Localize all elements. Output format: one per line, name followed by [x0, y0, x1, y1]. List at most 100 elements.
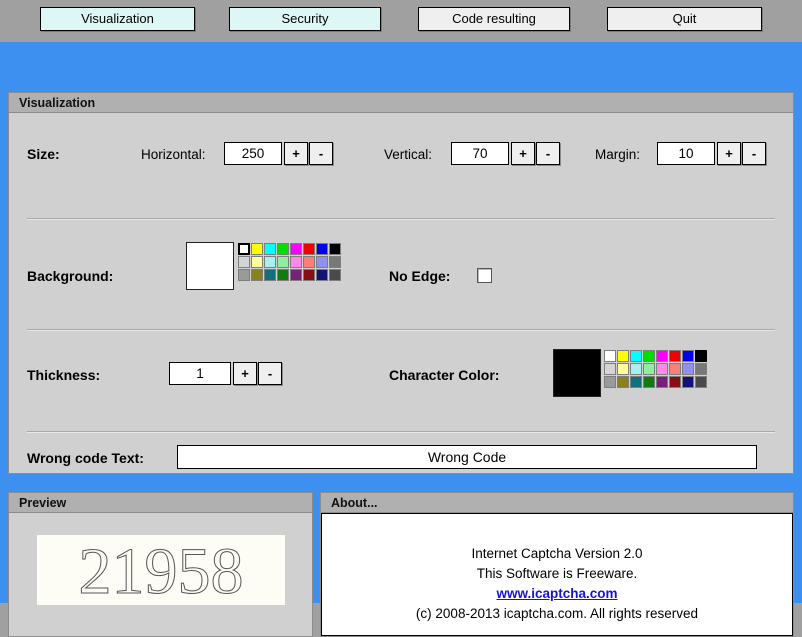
horizontal-label: Horizontal:: [141, 147, 206, 162]
main-frame: Visualization Size: Horizontal: 250 + - …: [0, 42, 802, 603]
character-color-swatch-15[interactable]: [695, 363, 707, 375]
character-color-swatch-1[interactable]: [617, 350, 629, 362]
background-color-swatch-19[interactable]: [277, 269, 289, 281]
background-color-swatch-22[interactable]: [316, 269, 328, 281]
thickness-increment-button[interactable]: +: [233, 362, 257, 385]
character-color-swatch-6[interactable]: [682, 350, 694, 362]
background-color-swatch-0[interactable]: [238, 243, 250, 255]
about-website-link[interactable]: www.icaptcha.com: [322, 584, 792, 604]
character-color-swatch-3[interactable]: [643, 350, 655, 362]
about-copyright-line: (c) 2008-2013 icaptcha.com. All rights r…: [322, 604, 792, 624]
background-color-swatch-12[interactable]: [290, 256, 302, 268]
character-color-swatch-13[interactable]: [669, 363, 681, 375]
tab-visualization[interactable]: Visualization: [40, 7, 195, 31]
character-color-swatch-14[interactable]: [682, 363, 694, 375]
character-color-swatch-7[interactable]: [695, 350, 707, 362]
background-color-swatch-20[interactable]: [290, 269, 302, 281]
character-color-swatch-20[interactable]: [656, 376, 668, 388]
margin-label: Margin:: [595, 147, 640, 162]
size-row: Size: Horizontal: 250 + - Vertical: 70 +…: [9, 113, 793, 198]
background-color-swatch-10[interactable]: [264, 256, 276, 268]
tab-code-resulting[interactable]: Code resulting: [418, 7, 570, 31]
horizontal-input[interactable]: 250: [224, 142, 282, 165]
background-color-palette[interactable]: [238, 243, 341, 281]
background-color-swatch-14[interactable]: [316, 256, 328, 268]
character-color-swatch-2[interactable]: [630, 350, 642, 362]
background-color-swatch-3[interactable]: [277, 243, 289, 255]
wrong-code-row: Wrong code Text: Wrong Code: [9, 441, 793, 481]
preview-panel: Preview 21958: [8, 492, 313, 637]
character-color-swatch-8[interactable]: [604, 363, 616, 375]
margin-input[interactable]: 10: [657, 142, 715, 165]
margin-increment-button[interactable]: +: [717, 142, 741, 165]
visualization-panel-caption: Visualization: [9, 93, 793, 113]
vertical-increment-button[interactable]: +: [511, 142, 535, 165]
background-color-swatch-21[interactable]: [303, 269, 315, 281]
about-version-line: Internet Captcha Version 2.0: [322, 544, 792, 564]
thickness-row: Thickness: 1 + - Character Color:: [9, 339, 793, 427]
vertical-label: Vertical:: [384, 147, 432, 162]
svg-text:21958: 21958: [79, 535, 244, 605]
margin-decrement-button[interactable]: -: [742, 142, 766, 165]
background-color-swatch-5[interactable]: [303, 243, 315, 255]
about-panel-caption: About...: [321, 493, 793, 513]
about-text-block: Internet Captcha Version 2.0 This Softwa…: [322, 514, 792, 624]
background-color-swatch-17[interactable]: [251, 269, 263, 281]
thickness-decrement-button[interactable]: -: [258, 362, 282, 385]
background-color-swatch-15[interactable]: [329, 256, 341, 268]
horizontal-decrement-button[interactable]: -: [309, 142, 333, 165]
character-color-swatch-22[interactable]: [682, 376, 694, 388]
no-edge-checkbox[interactable]: [477, 268, 492, 283]
separator-1: [27, 218, 775, 220]
character-color-swatch-4[interactable]: [656, 350, 668, 362]
background-color-swatch-2[interactable]: [264, 243, 276, 255]
about-freeware-line: This Software is Freeware.: [322, 564, 792, 584]
character-color-swatch-23[interactable]: [695, 376, 707, 388]
wrong-code-input[interactable]: Wrong Code: [177, 445, 757, 469]
separator-2: [27, 329, 775, 331]
size-label: Size:: [27, 146, 60, 162]
separator-3: [27, 431, 775, 433]
character-color-swatch-21[interactable]: [669, 376, 681, 388]
thickness-label: Thickness:: [27, 367, 100, 383]
preview-panel-caption: Preview: [9, 493, 312, 513]
character-color-swatch-17[interactable]: [617, 376, 629, 388]
background-color-swatch-11[interactable]: [277, 256, 289, 268]
background-color-swatch-23[interactable]: [329, 269, 341, 281]
character-color-swatch-9[interactable]: [617, 363, 629, 375]
character-color-swatch-5[interactable]: [669, 350, 681, 362]
horizontal-increment-button[interactable]: +: [284, 142, 308, 165]
no-edge-label: No Edge:: [389, 268, 450, 284]
quit-button[interactable]: Quit: [607, 7, 762, 31]
background-color-swatch-7[interactable]: [329, 243, 341, 255]
background-color-swatch-6[interactable]: [316, 243, 328, 255]
character-color-swatch-10[interactable]: [630, 363, 642, 375]
thickness-input[interactable]: 1: [169, 362, 231, 385]
character-color-palette[interactable]: [604, 350, 707, 388]
character-color-swatch[interactable]: [553, 349, 601, 397]
character-color-label: Character Color:: [389, 367, 499, 383]
background-color-swatch-16[interactable]: [238, 269, 250, 281]
visualization-panel: Visualization Size: Horizontal: 250 + - …: [8, 92, 794, 474]
background-color-swatch-8[interactable]: [238, 256, 250, 268]
character-color-swatch-11[interactable]: [643, 363, 655, 375]
background-row: Background: No Edge:: [9, 228, 793, 318]
top-toolbar: Visualization Security Code resulting Qu…: [0, 0, 802, 42]
background-color-swatch-4[interactable]: [290, 243, 302, 255]
background-color-swatch-9[interactable]: [251, 256, 263, 268]
character-color-swatch-18[interactable]: [630, 376, 642, 388]
character-color-swatch-0[interactable]: [604, 350, 616, 362]
vertical-decrement-button[interactable]: -: [536, 142, 560, 165]
wrong-code-label: Wrong code Text:: [27, 450, 144, 466]
background-color-swatch-18[interactable]: [264, 269, 276, 281]
tab-security[interactable]: Security: [229, 7, 381, 31]
character-color-swatch-19[interactable]: [643, 376, 655, 388]
vertical-input[interactable]: 70: [451, 142, 509, 165]
background-label: Background:: [27, 268, 113, 284]
background-color-swatch[interactable]: [186, 242, 234, 290]
character-color-swatch-12[interactable]: [656, 363, 668, 375]
character-color-swatch-16[interactable]: [604, 376, 616, 388]
captcha-preview-image: 21958: [37, 535, 285, 605]
background-color-swatch-1[interactable]: [251, 243, 263, 255]
background-color-swatch-13[interactable]: [303, 256, 315, 268]
